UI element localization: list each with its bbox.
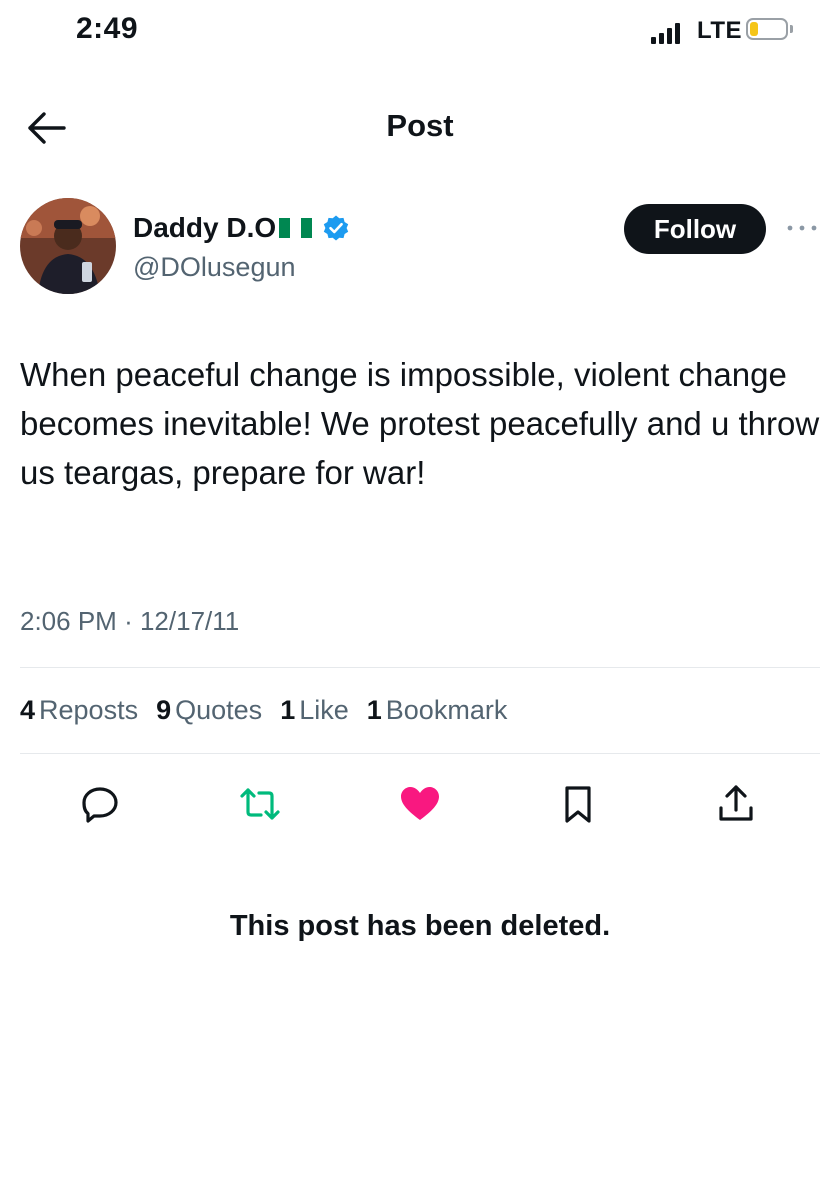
likes-stat[interactable]: 1 Like	[280, 695, 349, 726]
divider	[20, 753, 820, 754]
bookmarks-stat[interactable]: 1 Bookmark	[367, 695, 508, 726]
divider	[20, 667, 820, 668]
post-stats: 4 Reposts 9 Quotes 1 Like 1 Bookmark	[20, 695, 525, 726]
post-timestamp[interactable]: 2:06 PM · 12/17/11	[20, 606, 239, 637]
nigeria-flag-icon	[279, 218, 313, 238]
repost-icon	[240, 788, 280, 820]
quotes-stat[interactable]: 9 Quotes	[156, 695, 262, 726]
post-date: 12/17/11	[139, 606, 240, 636]
author-handle[interactable]: @DOlusegun	[133, 252, 296, 283]
verified-badge-icon	[323, 215, 349, 241]
repost-button[interactable]	[238, 782, 282, 826]
battery-icon	[746, 18, 788, 40]
network-type: LTE	[697, 17, 743, 44]
reply-button[interactable]	[78, 782, 122, 826]
battery-tip	[790, 25, 793, 33]
reposts-stat[interactable]: 4 Reposts	[20, 695, 138, 726]
author-name[interactable]: Daddy D.O	[133, 212, 276, 244]
post-time: 2:06 PM	[20, 606, 117, 636]
bookmark-button[interactable]	[556, 782, 600, 826]
status-time: 2:49	[76, 12, 139, 45]
timestamp-separator: ·	[124, 606, 133, 636]
share-button[interactable]	[714, 782, 758, 826]
more-options-icon[interactable]	[784, 218, 820, 238]
post-text: When peaceful change is impossible, viol…	[20, 356, 820, 491]
signal-strength-icon	[651, 22, 680, 44]
bookmark-icon	[565, 786, 591, 823]
like-button[interactable]	[398, 782, 442, 826]
avatar[interactable]	[20, 198, 116, 294]
share-icon	[719, 785, 753, 821]
follow-button[interactable]: Follow	[624, 204, 766, 254]
deleted-notice: This post has been deleted.	[229, 910, 611, 942]
reply-bubble-icon	[82, 787, 118, 823]
page-title: Post	[386, 108, 454, 143]
heart-icon	[401, 787, 439, 820]
